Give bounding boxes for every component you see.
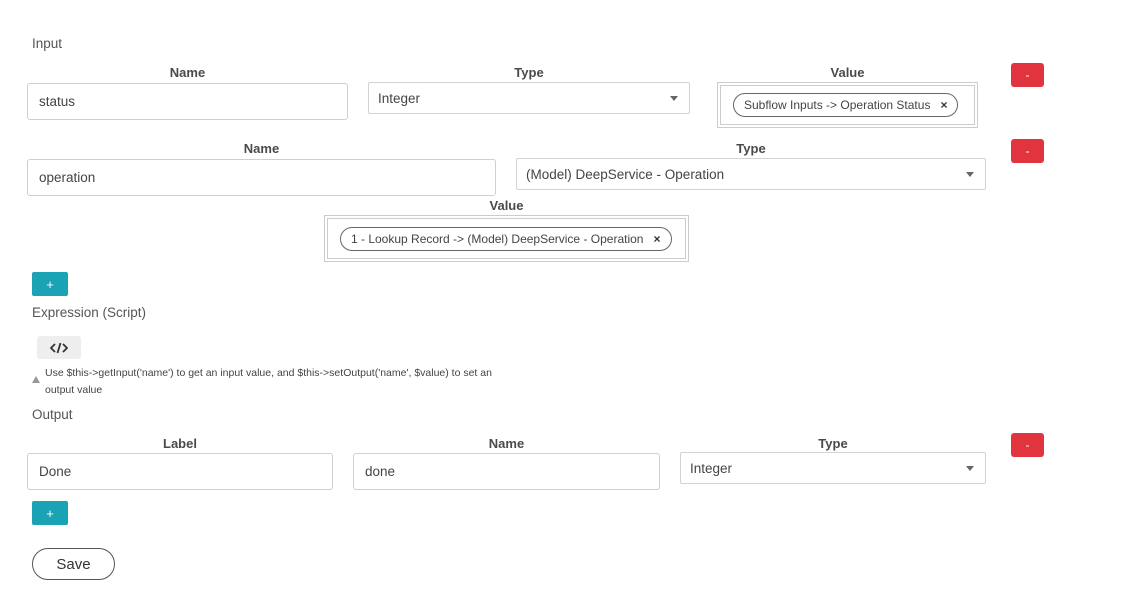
- output-section-label: Output: [32, 407, 73, 422]
- output-type-header: Type: [818, 436, 848, 451]
- input-row1-value-box[interactable]: Subflow Inputs -> Operation Status ×: [717, 82, 978, 128]
- input-row1-name-header: Name: [169, 65, 206, 80]
- output-type-select[interactable]: Integer: [680, 452, 986, 484]
- close-icon[interactable]: ×: [940, 98, 947, 112]
- output-add-button[interactable]: +: [32, 501, 68, 525]
- input-add-button[interactable]: +: [32, 272, 68, 296]
- chevron-down-icon: [966, 465, 974, 471]
- expression-section-label: Expression (Script): [32, 305, 147, 320]
- subflow-editor: Input Name Type Value Integer Subflow In…: [0, 0, 1134, 593]
- input-row2-name-header: Name: [243, 141, 280, 156]
- code-icon: [50, 342, 68, 353]
- input-row2-remove-button[interactable]: -: [1011, 139, 1044, 163]
- input-section-label: Input: [32, 36, 63, 51]
- output-label-field[interactable]: [27, 453, 333, 490]
- input-row1-value-tag[interactable]: Subflow Inputs -> Operation Status ×: [733, 93, 959, 117]
- chevron-down-icon: [966, 171, 974, 177]
- input-row2-value-inner: 1 - Lookup Record -> (Model) DeepService…: [327, 218, 686, 259]
- input-row2-name-field[interactable]: [27, 159, 496, 196]
- input-row1-value-inner: Subflow Inputs -> Operation Status ×: [720, 85, 975, 125]
- input-row1-type-selected: Integer: [378, 90, 421, 106]
- output-remove-button[interactable]: -: [1011, 433, 1044, 457]
- input-row2-type-select[interactable]: (Model) DeepService - Operation: [516, 158, 986, 190]
- chevron-down-icon: [670, 95, 678, 101]
- save-button[interactable]: Save: [32, 548, 115, 580]
- input-row1-value-header: Value: [830, 65, 865, 80]
- input-row1-remove-button[interactable]: -: [1011, 63, 1044, 87]
- expression-hint: Use $this->getInput('name') to get an in…: [45, 365, 545, 399]
- code-editor-button[interactable]: [37, 336, 81, 359]
- hint-icon-wrap: [32, 370, 40, 388]
- input-row1-name-field[interactable]: [27, 83, 348, 120]
- input-row2-value-box[interactable]: 1 - Lookup Record -> (Model) DeepService…: [324, 215, 689, 262]
- input-row2-value-tag-label: 1 - Lookup Record -> (Model) DeepService…: [351, 231, 644, 246]
- close-icon[interactable]: ×: [653, 232, 660, 246]
- input-row2-value-tag[interactable]: 1 - Lookup Record -> (Model) DeepService…: [340, 226, 672, 251]
- warning-triangle-icon: [32, 376, 40, 383]
- expression-hint-line2: output value: [45, 384, 103, 396]
- output-name-field[interactable]: [353, 453, 660, 490]
- expression-hint-line1: Use $this->getInput('name') to get an in…: [45, 367, 492, 379]
- input-row2-type-selected: (Model) DeepService - Operation: [526, 166, 725, 182]
- input-row1-value-tag-label: Subflow Inputs -> Operation Status: [744, 98, 931, 112]
- input-row1-type-header: Type: [514, 65, 544, 80]
- output-label-header: Label: [163, 436, 197, 451]
- input-row2-type-header: Type: [736, 141, 766, 156]
- input-row1-type-select[interactable]: Integer: [368, 82, 690, 114]
- output-type-selected: Integer: [690, 460, 733, 476]
- input-row2-value-header: Value: [489, 198, 524, 213]
- output-name-header: Name: [488, 436, 525, 451]
